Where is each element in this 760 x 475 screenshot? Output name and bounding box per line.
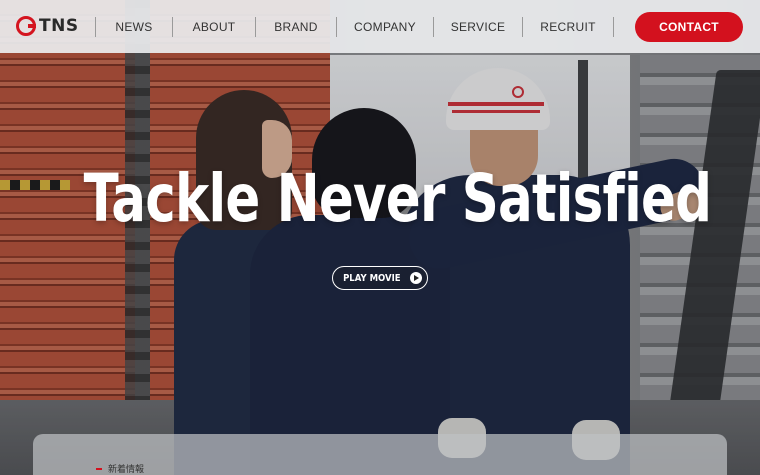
contact-button[interactable]: CONTACT [635, 12, 743, 42]
site-logo[interactable]: TNS [16, 15, 79, 37]
news-dash-icon [96, 467, 102, 470]
main-nav: NEWS ABOUT BRAND COMPANY SERVICE RECRUIT [95, 17, 614, 37]
nav-item-about[interactable]: ABOUT [173, 20, 255, 34]
nav-item-news[interactable]: NEWS [96, 20, 172, 34]
news-label: 新着情報 [108, 465, 145, 475]
hero-background [0, 0, 760, 475]
tns-logo-icon [16, 16, 36, 36]
site-header: TNS NEWS ABOUT BRAND COMPANY SERVICE REC… [0, 0, 760, 53]
news-heading: 新着情報 [96, 462, 144, 475]
hero-overlay [0, 0, 760, 475]
nav-item-recruit[interactable]: RECRUIT [523, 20, 613, 34]
logo-text: TNS [39, 16, 79, 36]
play-circle-icon [409, 272, 422, 284]
nav-item-service[interactable]: SERVICE [434, 20, 522, 34]
nav-item-company[interactable]: COMPANY [337, 20, 433, 34]
nav-divider [613, 17, 614, 37]
play-movie-button[interactable]: PLAY MOVIE [332, 266, 428, 290]
hero-headline: Tackle Never Satisfied [83, 160, 712, 237]
play-movie-label: PLAY MOVIE [343, 272, 401, 284]
nav-item-brand[interactable]: BRAND [256, 20, 336, 34]
